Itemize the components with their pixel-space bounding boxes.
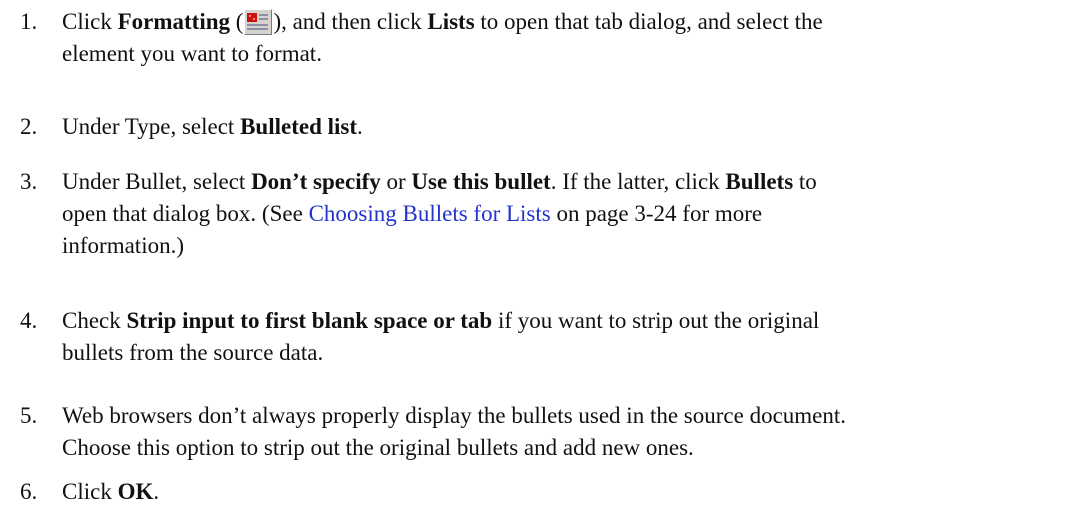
ui-term-lists: Lists xyxy=(427,9,475,34)
ui-term-bulleted-list: Bulleted list xyxy=(240,114,357,139)
step-text: Click OK. xyxy=(62,479,160,504)
ui-term-dont-specify: Don’t specify xyxy=(251,169,381,194)
step-text: Check Strip input to first blank space o… xyxy=(62,308,820,365)
formatting-icon xyxy=(244,9,273,35)
step-number: 2. xyxy=(20,114,38,139)
ui-term-strip-input: Strip input to first blank space or tab xyxy=(126,308,493,333)
step-text: Click Formatting ( ), and then click Lis… xyxy=(62,9,823,66)
step-number: 1. xyxy=(20,9,38,34)
ui-term-use-this-bullet: Use this bullet xyxy=(411,169,551,194)
step-number: 6. xyxy=(20,479,38,504)
step-text: Under Type, select Bulleted list. xyxy=(62,114,363,139)
step-number: 5. xyxy=(20,403,38,428)
step-text: Web browsers don’t always properly displ… xyxy=(62,403,847,460)
ui-term-ok: OK xyxy=(117,479,154,504)
ui-term-bullets: Bullets xyxy=(725,169,794,194)
step-text: Under Bullet, select Don’t specify or Us… xyxy=(62,169,817,258)
ui-term-formatting: Formatting xyxy=(117,9,231,34)
choosing-bullets-link[interactable]: Choosing Bullets for Lists xyxy=(309,201,551,226)
step-number: 4. xyxy=(20,308,38,333)
step-number: 3. xyxy=(20,169,38,194)
